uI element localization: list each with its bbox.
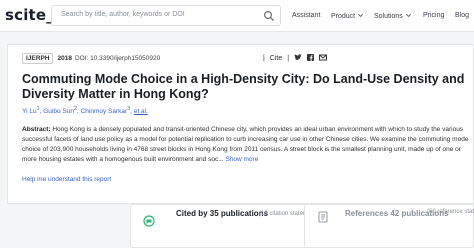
paper-title: Commuting Mode Choice in a High-Density … xyxy=(22,72,465,101)
email-icon[interactable] xyxy=(318,54,327,61)
nav-assistant-label: Assistant xyxy=(292,12,321,19)
search-input[interactable]: Search by title, author, keywords or DOI xyxy=(51,5,281,26)
abstract-label: Abstract: xyxy=(22,126,51,133)
author-name: Yi Lu xyxy=(22,108,37,116)
nav-solutions-label: Solutions xyxy=(374,13,403,20)
cited-by-statements: (16 citation statements) xyxy=(259,211,322,217)
author-name: Guibo Sun xyxy=(43,108,74,116)
help-understand-link[interactable]: Help me understand this report xyxy=(22,176,111,183)
author-list: Yi Lu1, Guibo Sun2, Chinmoy Sarkar3, et … xyxy=(22,106,148,116)
author-link[interactable]: Yi Lu1 xyxy=(22,106,40,116)
nav-assistant[interactable]: Assistant xyxy=(292,12,320,19)
doi-text[interactable]: DOI: 10.3390/ijerph15050920 xyxy=(75,55,160,62)
share-separator: | xyxy=(287,55,290,62)
chevron-down-icon xyxy=(358,13,364,17)
nav-pricing-label: Pricing xyxy=(423,12,445,19)
abstract: Abstract: Hong Kong is a densely populat… xyxy=(22,125,470,165)
cited-by-tab[interactable]: Cited by 35 publications (16 citation st… xyxy=(130,204,322,248)
search-icon[interactable] xyxy=(263,10,275,22)
facebook-icon[interactable] xyxy=(306,54,314,61)
cited-by-label: Cited by 35 publications xyxy=(176,209,269,218)
share-bar: | Cite | xyxy=(263,54,327,62)
et-al-link[interactable]: et al. xyxy=(134,108,148,115)
references-tab[interactable]: References 42 publications (60 reference… xyxy=(304,204,474,248)
author-name: Chinmoy Sarkar xyxy=(80,108,128,116)
cite-button[interactable]: Cite xyxy=(270,55,282,62)
citation-stats-strip: Cited by 35 publications (16 citation st… xyxy=(7,204,474,248)
author-link[interactable]: Guibo Sun2 xyxy=(43,106,77,116)
chevron-down-icon xyxy=(405,13,411,17)
paper-meta: IJERPH 2018 DOI: 10.3390/ijerph15050920 xyxy=(22,53,160,64)
citation-icon xyxy=(143,215,155,227)
nav-blog[interactable]: Blog xyxy=(455,12,469,19)
nav-product-label: Product xyxy=(331,13,356,20)
nav-pricing[interactable]: Pricing xyxy=(423,12,444,19)
scite-logo[interactable]: scite_ xyxy=(5,6,54,24)
search-placeholder: Search by title, author, keywords or DOI xyxy=(61,11,185,18)
references-statements: (60 reference statements) xyxy=(427,209,474,215)
nav-blog-label: Blog xyxy=(455,12,470,19)
publication-year: 2018 xyxy=(57,55,72,62)
paper-card: IJERPH 2018 DOI: 10.3390/ijerph15050920 | … xyxy=(7,44,474,204)
share-separator: | xyxy=(263,55,265,62)
twitter-icon[interactable] xyxy=(294,54,302,61)
journal-badge[interactable]: IJERPH xyxy=(22,53,54,64)
top-navigation-bar: scite_ Search by title, author, keywords… xyxy=(0,0,474,32)
nav-solutions[interactable]: Solutions xyxy=(374,12,412,20)
nav-product[interactable]: Product xyxy=(331,12,364,20)
references-icon xyxy=(318,211,328,223)
show-more-link[interactable]: Show more xyxy=(225,156,258,163)
references-label: References 42 publications xyxy=(345,209,449,218)
author-link[interactable]: Chinmoy Sarkar3 xyxy=(80,106,131,116)
